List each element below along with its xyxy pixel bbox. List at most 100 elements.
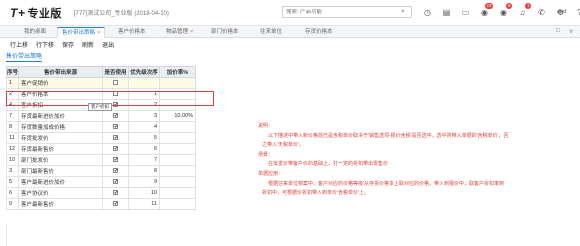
header-used[interactable]: 是否使用 — [102, 66, 129, 78]
explain-line: 折扣中，可根据价折扣带入到单价'含税单价'上。 — [262, 190, 369, 197]
tab-stock-price[interactable]: 存货价格本 — [301, 27, 337, 38]
cell-priority[interactable] — [128, 77, 160, 89]
exit-button[interactable]: 退出 — [102, 40, 114, 49]
cell-used[interactable] — [102, 77, 129, 89]
tab-item-manage[interactable]: 物品管理 × — [162, 27, 197, 38]
cell-used[interactable]: ✔ — [102, 198, 129, 210]
cell-source[interactable]: 客户促销价 — [18, 77, 103, 89]
cell-source[interactable]: 客户最新售价 — [18, 198, 103, 210]
close-icon[interactable]: × — [190, 29, 193, 35]
user-name[interactable]: ded — [557, 9, 566, 15]
cell-source[interactable]: 存货最新进价加价 — [18, 110, 103, 122]
table-row[interactable]: 5 客户最新进价加价 ✔ 9 — [6, 176, 196, 188]
use-checkbox[interactable]: ✔ — [113, 124, 118, 130]
search-icon[interactable]: ⌕ — [401, 8, 405, 16]
cell-rate[interactable] — [159, 187, 196, 199]
tab-dept-price[interactable]: 部门价格本 — [207, 27, 243, 38]
cell-rate[interactable] — [159, 176, 196, 188]
cell-priority[interactable]: 8 — [128, 165, 160, 177]
search-input[interactable] — [286, 9, 401, 15]
cell-used[interactable]: ✔ — [102, 110, 129, 122]
cell-source[interactable]: 客户协议价 — [18, 187, 103, 199]
cell-used[interactable]: ✔ — [102, 176, 129, 188]
cell-priority[interactable]: 6 — [128, 143, 160, 155]
header-seq[interactable]: 序号 — [6, 66, 19, 78]
cell-rate[interactable] — [159, 121, 196, 133]
table-row[interactable]: 1 客户促销价 — [6, 77, 196, 89]
table-row[interactable]: 6 客户协议价 ✔ 10 — [6, 187, 196, 199]
explain-line: 以下描述中带入新价格前已是含税单价取决于'销售选项-报价含税'是否选中，选中则带… — [268, 132, 509, 139]
move-up-button[interactable]: 行上移 — [10, 40, 28, 49]
chevron-down-icon[interactable]: ⋎ — [569, 28, 573, 35]
use-checkbox[interactable]: ✔ — [113, 168, 118, 174]
move-down-button[interactable]: 行下移 — [36, 40, 54, 49]
bell-icon[interactable]: ♫ 1 — [513, 3, 532, 21]
use-checkbox[interactable] — [113, 79, 118, 85]
task-icon[interactable]: ◉ 6 — [494, 3, 513, 21]
cell-used[interactable]: ✔ — [102, 165, 129, 177]
explain-line: 之带入'无税单价'。 — [262, 142, 304, 149]
cell-rate[interactable] — [159, 198, 196, 210]
calculator-icon[interactable]: ▤ — [437, 4, 456, 21]
cell-rate[interactable] — [159, 154, 196, 166]
use-checkbox[interactable]: ✔ — [113, 157, 118, 163]
use-checkbox[interactable]: ✔ — [113, 113, 118, 119]
cell-rate[interactable]: 10.00% — [159, 110, 196, 122]
toolbar: 行上移 行下移 保存 刷新 退出 — [0, 38, 114, 50]
header-rate[interactable]: 加价率% — [159, 66, 196, 78]
save-button[interactable]: 保存 — [62, 40, 74, 49]
window-icon[interactable]: □ — [556, 28, 560, 34]
cell-priority[interactable]: 7 — [128, 154, 160, 166]
message-icon[interactable]: ◉ 23 — [475, 3, 494, 21]
table-row[interactable]: 8 存货数量加成价格 ✔ 4 — [6, 121, 196, 133]
table-row[interactable]: 11 存货批发价 ✔ 5 — [6, 132, 196, 144]
header-source[interactable]: 售价带出来源 — [18, 66, 103, 78]
cell-used[interactable]: ✔ — [102, 121, 129, 133]
cell-source[interactable]: 存货数量加成价格 — [18, 121, 103, 133]
cell-source[interactable]: 部门最新售价 — [18, 165, 103, 177]
clock-icon[interactable]: ◷ — [418, 4, 437, 21]
cell-rate[interactable] — [159, 143, 196, 155]
cell-priority[interactable]: 4 — [128, 121, 160, 133]
cell-source[interactable]: 部门批发价 — [18, 154, 103, 166]
close-icon[interactable]: × — [97, 30, 100, 36]
tab-customer-price[interactable]: 客户价格本 — [114, 27, 150, 38]
help-icon[interactable]: ? — [570, 4, 580, 21]
table-row[interactable]: 9 客户最新售价 ✔ 11 — [6, 198, 196, 210]
cell-priority[interactable]: 9 — [128, 176, 160, 188]
use-checkbox[interactable]: ✔ — [113, 146, 118, 152]
cell-seq: 1 — [6, 77, 19, 89]
tab-contacts[interactable]: 往来单位 — [256, 27, 286, 38]
cell-priority[interactable]: 11 — [128, 198, 160, 210]
use-checkbox[interactable]: ✔ — [113, 190, 118, 196]
refresh-button[interactable]: 刷新 — [82, 40, 94, 49]
table-row[interactable]: 12 存货最新售价 ✔ 6 — [6, 143, 196, 155]
cell-priority[interactable]: 5 — [128, 132, 160, 144]
table-row[interactable]: 10 部门批发价 ✔ 7 — [6, 154, 196, 166]
cell-source[interactable]: 存货最新售价 — [18, 143, 103, 155]
search-box[interactable]: ⌕ — [282, 6, 412, 18]
document-icon[interactable]: ▭ — [456, 4, 475, 21]
cell-source[interactable]: 存货批发价 — [18, 132, 103, 144]
cell-source[interactable]: 客户最新进价加价 — [18, 176, 103, 188]
cell-rate[interactable] — [159, 132, 196, 144]
cell-seq: 9 — [6, 198, 19, 210]
cell-seq: 11 — [6, 132, 19, 144]
table-row[interactable]: 3 部门最新售价 ✔ 8 — [6, 165, 196, 177]
use-checkbox[interactable]: ✔ — [113, 135, 118, 141]
table-row[interactable]: 7 存货最新进价加价 ✔ 3 10.00% — [6, 110, 196, 122]
cell-used[interactable]: ✔ — [102, 132, 129, 144]
cell-priority[interactable]: 10 — [128, 187, 160, 199]
cell-used[interactable]: ✔ — [102, 187, 129, 199]
cell-rate[interactable] — [159, 165, 196, 177]
cell-used[interactable]: ✔ — [102, 143, 129, 155]
tab-price-strategy[interactable]: 售价带出策略 × — [57, 27, 106, 38]
header-priority[interactable]: 优先级次序 — [128, 66, 160, 78]
tab-desktop[interactable]: 我的桌面 — [20, 27, 50, 38]
cell-priority[interactable]: 3 — [128, 110, 160, 122]
cell-rate[interactable] — [159, 77, 196, 89]
use-checkbox[interactable]: ✔ — [113, 201, 118, 207]
cell-used[interactable]: ✔ — [102, 154, 129, 166]
use-checkbox[interactable]: ✔ — [113, 179, 118, 185]
phone-icon[interactable]: ✆ — [532, 4, 551, 21]
